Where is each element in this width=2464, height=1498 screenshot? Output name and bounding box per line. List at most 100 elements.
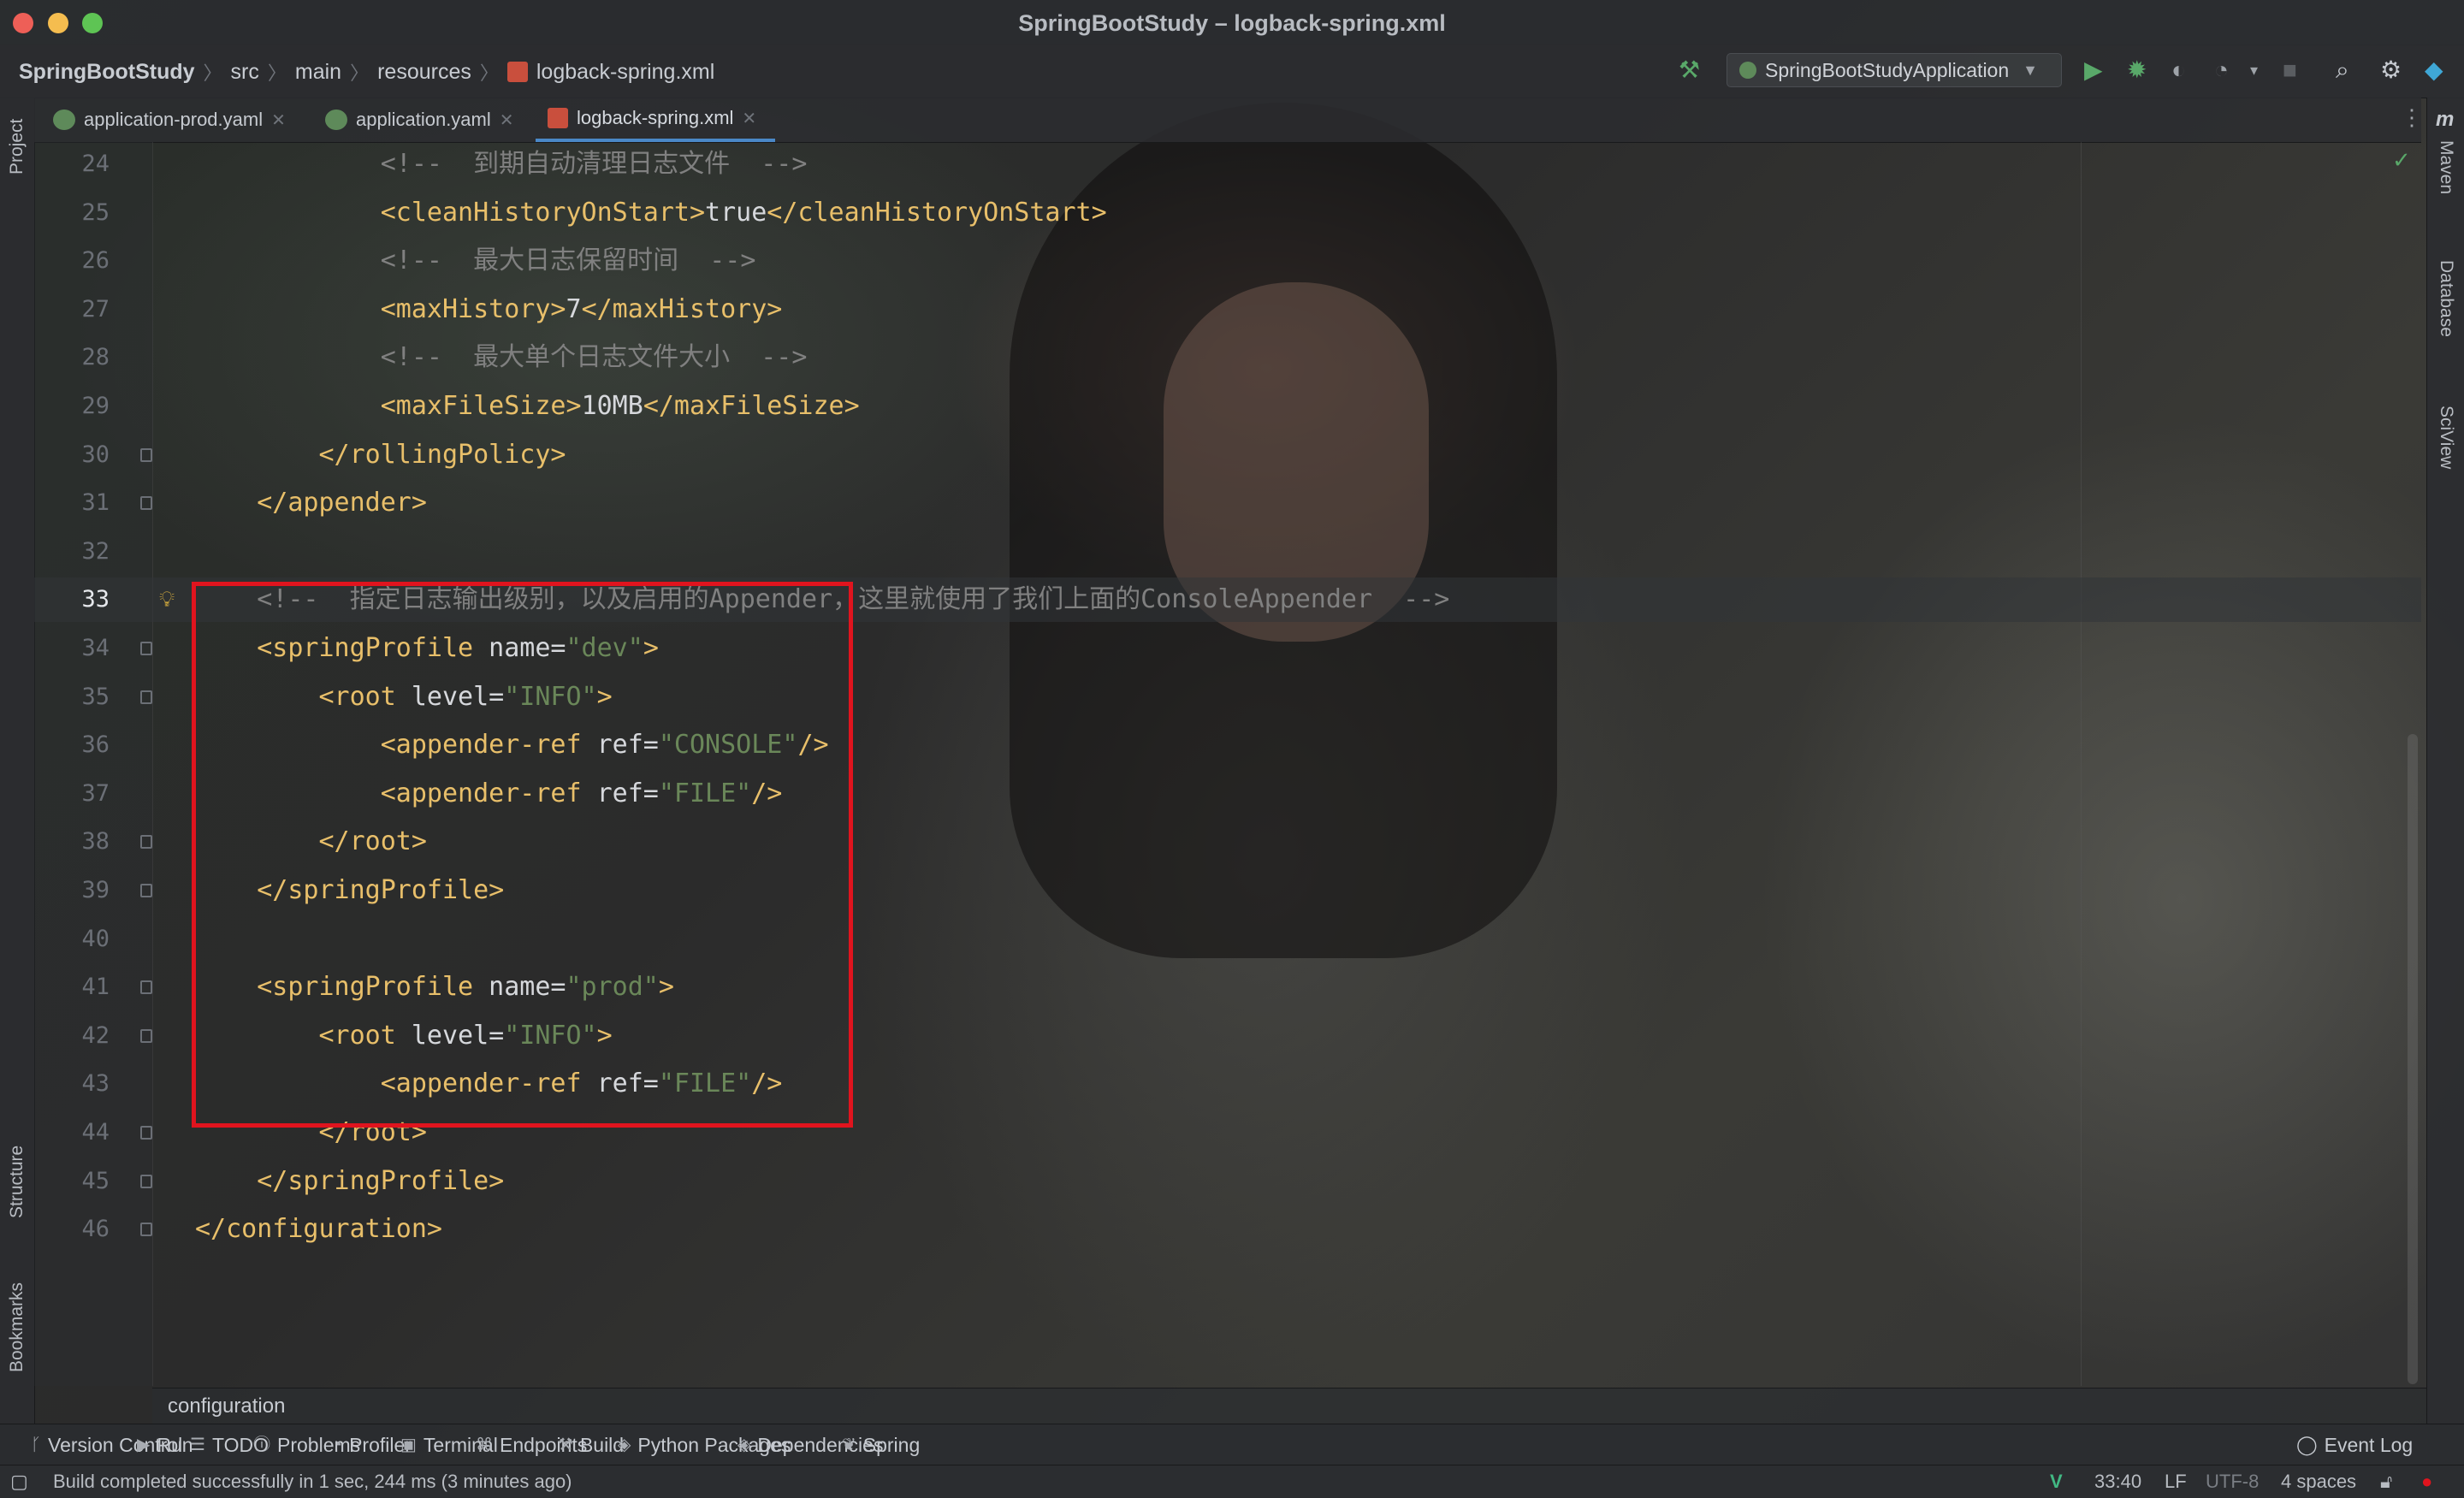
database-tool-button[interactable]: Database: [2436, 260, 2456, 337]
editor-scrollbar[interactable]: [2408, 734, 2418, 1384]
toggle-tool-windows-icon[interactable]: ▢: [10, 1465, 28, 1498]
fold-marker-icon[interactable]: [140, 1174, 152, 1188]
code-line[interactable]: 45 </springProfile>: [34, 1159, 2421, 1204]
highlight-annotation-box: [192, 582, 853, 1128]
tab-logback-spring-xml[interactable]: logback-spring.xml ✕: [536, 98, 775, 142]
breadcrumb-resources[interactable]: resources: [377, 60, 471, 85]
line-number[interactable]: 27: [41, 287, 110, 332]
coverage-icon[interactable]: ◐: [2171, 58, 2186, 82]
code-line[interactable]: 27 <maxHistory>7</maxHistory>: [34, 287, 2421, 332]
tool-window-build[interactable]: ⚒ Build: [558, 1424, 624, 1465]
file-encoding[interactable]: UTF-8: [2206, 1465, 2259, 1498]
line-number[interactable]: 36: [41, 723, 110, 767]
bookmarks-tool-button[interactable]: Bookmarks: [7, 1282, 27, 1372]
spring-icon: ❦: [842, 1436, 856, 1454]
line-number[interactable]: 46: [41, 1207, 110, 1252]
structure-tool-button[interactable]: Structure: [7, 1146, 27, 1218]
xml-tag-close: </maxHistory>: [581, 293, 783, 324]
more-run-options-icon[interactable]: ▾: [2250, 58, 2258, 82]
run-configuration-select[interactable]: SpringBootStudyApplication ▼: [1727, 53, 2062, 87]
fold-marker-icon[interactable]: [140, 1028, 152, 1043]
unlock-icon[interactable]: 🔓︎: [2380, 1465, 2392, 1498]
line-number[interactable]: 30: [41, 433, 110, 477]
tab-application-yaml[interactable]: application.yaml ✕: [313, 98, 527, 142]
line-number[interactable]: 39: [41, 868, 110, 913]
fold-marker-icon[interactable]: [140, 1126, 152, 1140]
code-line[interactable]: 31 </appender>: [34, 481, 2421, 525]
fold-marker-icon[interactable]: [140, 642, 152, 655]
code-line[interactable]: 24 <!-- 到期自动清理日志文件 -->: [34, 142, 2421, 187]
breadcrumb-project[interactable]: SpringBootStudy: [19, 60, 195, 85]
breadcrumb-main[interactable]: main: [295, 60, 341, 85]
caret-position[interactable]: 33:40: [2094, 1465, 2141, 1498]
event-log-button[interactable]: ◯ Event Log: [2296, 1424, 2413, 1465]
xml-tag-close: </appender>: [257, 488, 427, 518]
line-number[interactable]: 41: [41, 965, 110, 1010]
fold-marker-icon[interactable]: [140, 447, 152, 462]
code-line[interactable]: 46 </configuration>: [34, 1207, 2421, 1252]
fold-marker-icon[interactable]: [140, 980, 152, 995]
stop-icon[interactable]: ■: [2283, 58, 2297, 82]
notification-icon[interactable]: ●: [2421, 1465, 2432, 1498]
code-line[interactable]: 29 <maxFileSize>10MB</maxFileSize>: [34, 384, 2421, 429]
line-number[interactable]: 34: [41, 626, 110, 671]
close-tab-icon[interactable]: ✕: [271, 110, 286, 131]
chevron-right-icon: 〉: [267, 62, 287, 84]
tool-window-run[interactable]: ▶ Run: [137, 1424, 193, 1465]
fold-marker-icon[interactable]: [140, 835, 152, 850]
debug-icon[interactable]: ✹: [2127, 58, 2147, 82]
fold-marker-icon[interactable]: [140, 496, 152, 511]
code-line[interactable]: 26 <!-- 最大日志保留时间 -->: [34, 239, 2421, 283]
line-number[interactable]: 44: [41, 1110, 110, 1155]
indent-setting[interactable]: 4 spaces: [2281, 1465, 2356, 1498]
line-number[interactable]: 33: [41, 577, 110, 622]
code-line[interactable]: 30 </rollingPolicy>: [34, 433, 2421, 477]
fold-marker-icon[interactable]: [140, 690, 152, 704]
line-number[interactable]: 26: [41, 239, 110, 283]
tab-application-prod-yaml[interactable]: application-prod.yaml ✕: [41, 98, 305, 142]
line-number[interactable]: 31: [41, 481, 110, 525]
yaml-file-icon: [53, 110, 75, 130]
tool-window-profiler[interactable]: ◔ Profiler: [332, 1424, 412, 1465]
line-number[interactable]: 43: [41, 1062, 110, 1106]
structure-breadcrumb[interactable]: configuration: [152, 1388, 2426, 1424]
line-number[interactable]: 24: [41, 142, 110, 187]
fold-marker-icon[interactable]: [140, 884, 152, 897]
tool-window-spring[interactable]: ❦ Spring: [842, 1424, 920, 1465]
code-line[interactable]: 25 <cleanHistoryOnStart>true</cleanHisto…: [34, 191, 2421, 235]
intention-bulb-icon[interactable]: 💡︎: [159, 586, 175, 613]
search-icon[interactable]: ⌕: [2336, 58, 2349, 82]
breadcrumb-src[interactable]: src: [231, 60, 259, 85]
settings-gear-icon[interactable]: ⚙: [2380, 58, 2402, 82]
maven-tool-button[interactable]: Maven: [2436, 140, 2456, 194]
plugin-icon[interactable]: ◆: [2425, 58, 2443, 82]
run-icon[interactable]: ▶: [2084, 58, 2103, 82]
close-tab-icon[interactable]: ✕: [500, 110, 514, 131]
line-number[interactable]: 40: [41, 917, 110, 962]
breadcrumb-file[interactable]: logback-spring.xml: [536, 60, 714, 85]
xml-tag-close: </springProfile>: [257, 1165, 505, 1196]
status-message[interactable]: Build completed successfully in 1 sec, 2…: [53, 1465, 572, 1498]
fold-marker-icon[interactable]: [140, 1223, 152, 1237]
line-number[interactable]: 38: [41, 820, 110, 864]
line-number[interactable]: 25: [41, 191, 110, 235]
line-number[interactable]: 32: [41, 530, 110, 574]
line-number[interactable]: 35: [41, 675, 110, 719]
project-tool-button[interactable]: Project: [7, 119, 27, 175]
status-bar: ▢ Build completed successfully in 1 sec,…: [0, 1465, 2464, 1498]
build-hammer-icon[interactable]: ⚒: [1679, 58, 1700, 82]
code-line[interactable]: 32: [34, 530, 2421, 574]
navigation-bar: SpringBootStudy 〉 src 〉 main 〉 resources…: [0, 44, 2464, 98]
line-number[interactable]: 28: [41, 335, 110, 380]
line-number[interactable]: 42: [41, 1014, 110, 1058]
close-tab-icon[interactable]: ✕: [742, 108, 756, 129]
tab-options-icon[interactable]: ⋮: [2401, 104, 2423, 131]
line-separator[interactable]: LF: [2165, 1465, 2187, 1498]
line-number[interactable]: 45: [41, 1159, 110, 1204]
profile-icon[interactable]: ◔: [2214, 58, 2229, 82]
line-number[interactable]: 37: [41, 772, 110, 816]
sciview-tool-button[interactable]: SciView: [2436, 406, 2456, 469]
code-line[interactable]: 28 <!-- 最大单个日志文件大小 -->: [34, 335, 2421, 380]
line-number[interactable]: 29: [41, 384, 110, 429]
